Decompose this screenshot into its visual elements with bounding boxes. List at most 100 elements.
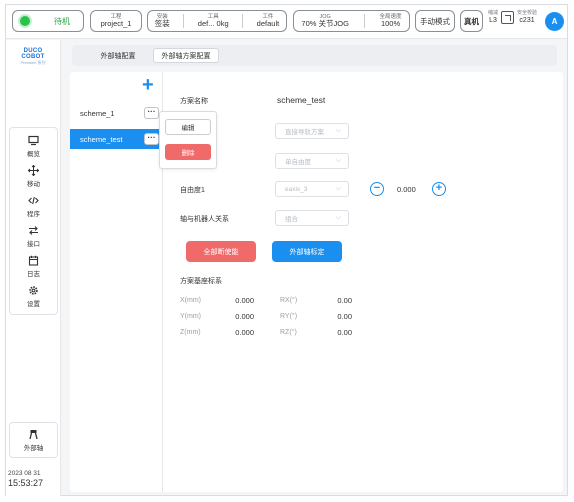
safety-value: c231 <box>519 16 535 24</box>
scheme-name: scheme_1 <box>80 108 115 118</box>
coord-value-y: 0.000 <box>235 312 254 321</box>
install-value: 签装 <box>154 18 170 28</box>
workpiece-value: default <box>256 18 280 28</box>
coord-label-rx: RX(°) <box>280 297 298 304</box>
sidebar-item-label: 程序 <box>27 210 40 218</box>
sidebar-item-label: 日志 <box>27 270 40 278</box>
chevron-down-icon: ⌵ <box>335 127 341 134</box>
dof1-value: 0.000 <box>397 185 416 194</box>
scheme-type-select[interactable]: 直接导轨方案 ⌵ <box>275 123 349 139</box>
external-axis-icon <box>29 429 38 439</box>
coord-label-y: Y(mm) <box>180 313 201 320</box>
scheme-name: scheme_test <box>80 134 123 144</box>
logo-edition: Premium 系列 <box>20 60 46 65</box>
coord-value-x: 0.000 <box>235 296 254 305</box>
sidebar-item-interface[interactable]: 接口 <box>10 222 57 250</box>
select-value: 单自由度 <box>285 159 311 166</box>
sidebar-item-label: 设置 <box>27 300 40 308</box>
scheme-name-label: 方案名称 <box>180 98 208 105</box>
project-value: project_1 <box>100 18 132 28</box>
divider <box>363 14 365 28</box>
date-text: 2023 08 31 <box>8 470 41 477</box>
list-item[interactable]: scheme_1 ··· <box>70 103 163 123</box>
dof-select[interactable]: 单自由度 ⌵ <box>275 153 349 169</box>
avatar[interactable]: A <box>545 12 564 31</box>
sidebar-nav: 概览 移动 程序 接口 日志 设置 <box>9 127 58 315</box>
coord-value-ry: 0.00 <box>337 312 352 321</box>
speed-value: 100% <box>380 18 401 28</box>
delete-menu-item[interactable]: 删除 <box>165 144 211 160</box>
real-robot-button[interactable]: 真机 <box>460 10 483 32</box>
calibrate-button[interactable]: 外部轴标定 <box>272 241 342 262</box>
reduce-value: L3 <box>489 16 497 24</box>
relation-select[interactable]: 组合 ⌵ <box>275 210 349 226</box>
scheme-panel: + scheme_1 ··· scheme_test ··· 方案名称 sche… <box>70 72 563 492</box>
jog-value: 70% 关节JOG <box>301 18 349 28</box>
list-item-selected[interactable]: scheme_test ··· <box>70 129 163 149</box>
robot-status-button[interactable]: 待机 <box>12 10 84 32</box>
jog-speed-button[interactable]: JOG 70% 关节JOG 全局速度 100% <box>293 10 410 32</box>
coord-label-ry: RY(°) <box>280 313 298 320</box>
sidebar-item-log[interactable]: 日志 <box>10 252 57 280</box>
mode-button[interactable]: 手动模式 <box>415 10 455 32</box>
sidebar: DUCO COBOT Premium 系列 概览 移动 程序 接口 日志 设置 … <box>6 40 61 496</box>
tab-bar: 外部轴配置 外部轴方案配置 <box>72 45 557 66</box>
decrement-button[interactable]: − <box>370 182 384 196</box>
coord-value-rz: 0.00 <box>337 328 352 337</box>
sidebar-item-label: 移动 <box>27 180 40 188</box>
chevron-down-icon: ⌵ <box>335 214 341 221</box>
scheme-list: + scheme_1 ··· scheme_test ··· <box>70 72 163 492</box>
relation-label: 轴与机器人关系 <box>180 216 229 223</box>
coord-label-z: Z(mm) <box>180 329 201 336</box>
sidebar-item-label: 接口 <box>27 240 40 248</box>
divider <box>183 14 185 28</box>
dof1-axis-select[interactable]: eaxis_3 ⌵ <box>275 181 349 197</box>
chevron-down-icon: ⌵ <box>335 157 341 164</box>
coord-label-x: X(mm) <box>180 297 201 304</box>
base-frame-title: 方案基座标系 <box>180 278 222 285</box>
coord-value-z: 0.000 <box>235 328 254 337</box>
increment-button[interactable]: + <box>432 182 446 196</box>
scheme-name-value: scheme_test <box>277 95 326 105</box>
gear-icon <box>29 285 38 295</box>
app-frame: 待机 工程 project_1 安装 签装 工具 def... 0kg 工件 d… <box>5 4 568 496</box>
logo-brand: DUCO COBOT <box>21 48 45 60</box>
sidebar-item-external-axis[interactable]: 外部轴 <box>9 422 58 458</box>
tool-value: def... 0kg <box>197 18 229 28</box>
top-bar: 待机 工程 project_1 安装 签装 工具 def... 0kg 工件 d… <box>6 5 567 39</box>
select-value: 组合 <box>285 216 298 223</box>
monitor-icon <box>28 135 39 145</box>
add-scheme-button[interactable]: + <box>142 75 154 95</box>
disable-all-button[interactable]: 全部断使能 <box>186 241 256 262</box>
interface-icon <box>29 225 38 235</box>
time-text: 15:53:27 <box>8 477 44 488</box>
coord-value-rx: 0.00 <box>337 296 352 305</box>
coord-label-rz: RZ(°) <box>280 329 297 336</box>
dof1-label: 自由度1 <box>180 187 205 194</box>
divider <box>242 14 244 28</box>
status-indicator-icon <box>18 14 32 28</box>
select-value: 直接导轨方案 <box>285 129 324 136</box>
status-text: 待机 <box>54 16 70 26</box>
sidebar-item-program[interactable]: 程序 <box>10 192 57 220</box>
select-value: eaxis_3 <box>285 185 308 193</box>
scheme-context-menu: 编辑 删除 <box>159 111 217 169</box>
sidebar-item-move[interactable]: 移动 <box>10 162 57 190</box>
more-options-button[interactable]: ··· <box>144 107 159 119</box>
sidebar-item-label: 外部轴 <box>23 444 44 452</box>
expand-icon <box>501 11 515 24</box>
logo: DUCO COBOT Premium 系列 <box>12 48 54 66</box>
sidebar-item-overview[interactable]: 概览 <box>10 132 57 160</box>
edit-menu-item[interactable]: 编辑 <box>165 119 211 135</box>
safety-status[interactable]: 缩减 L3 安全校验 c231 <box>488 11 537 24</box>
sidebar-item-settings[interactable]: 设置 <box>10 282 57 310</box>
tab-external-axis-config[interactable]: 外部轴配置 <box>90 48 146 63</box>
more-options-button[interactable]: ··· <box>144 133 159 145</box>
tab-external-axis-scheme-config[interactable]: 外部轴方案配置 <box>153 48 219 63</box>
datetime: 2023 08 31 15:53:27 <box>8 470 60 489</box>
log-icon <box>28 255 39 266</box>
sidebar-item-label: 概览 <box>27 150 40 158</box>
project-button[interactable]: 工程 project_1 <box>90 10 142 32</box>
install-tool-workpiece-button[interactable]: 安装 签装 工具 def... 0kg 工件 default <box>147 10 287 32</box>
code-icon <box>28 196 39 204</box>
